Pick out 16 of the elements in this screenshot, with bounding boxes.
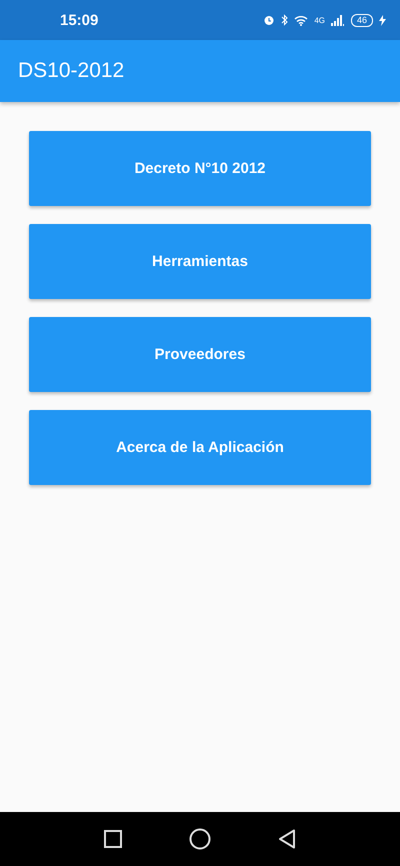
charging-icon (379, 14, 386, 26)
bluetooth-icon (281, 14, 288, 26)
back-icon[interactable] (278, 829, 296, 849)
battery-level: 46 (350, 14, 373, 26)
app-title: DS10-2012 (18, 59, 124, 83)
menu-button[interactable]: Proveedores (29, 317, 371, 392)
menu-button[interactable]: Decreto N°10 2012 (29, 131, 371, 206)
status-time: 15:09 (60, 12, 100, 28)
network-type: 4G (314, 16, 325, 24)
alarm-clock-icon (263, 14, 276, 26)
recents-icon[interactable] (104, 830, 122, 848)
home-icon[interactable] (188, 828, 211, 850)
menu-button[interactable]: Herramientas (29, 224, 371, 299)
menu-button[interactable]: Acerca de la Aplicación (29, 410, 371, 485)
signal-icon (330, 14, 345, 26)
wifi-icon (294, 14, 308, 26)
